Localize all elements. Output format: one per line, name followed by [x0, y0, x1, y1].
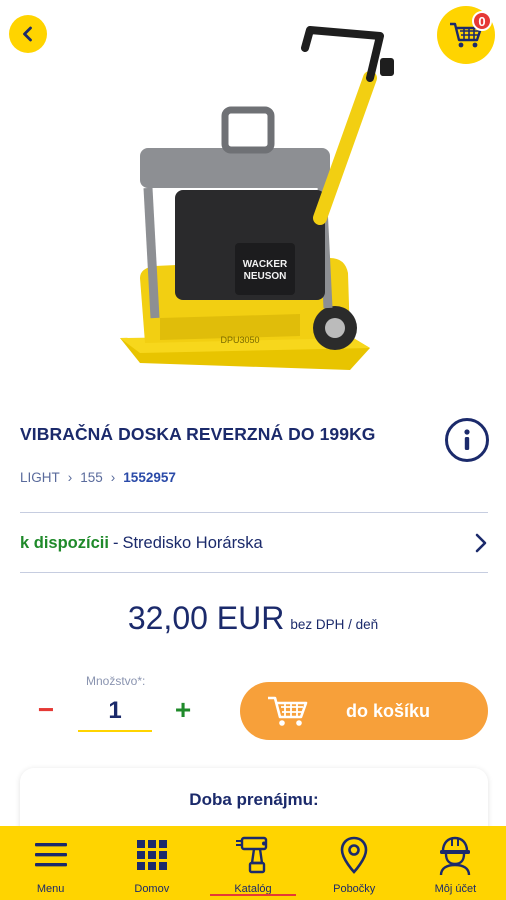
add-to-cart-button[interactable]: do košíku — [240, 682, 488, 740]
nav-item-catalog[interactable]: Katalóg — [202, 826, 303, 900]
breadcrumb-separator-icon: › — [110, 470, 116, 485]
nav-label: Môj účet — [434, 883, 477, 895]
cart-button[interactable]: 0 — [437, 6, 495, 64]
nav-item-menu[interactable]: Menu — [0, 826, 101, 900]
grid-icon — [136, 840, 167, 870]
location-pin-icon — [340, 836, 368, 874]
back-button[interactable] — [9, 15, 47, 53]
breadcrumb-item-current: 1552957 — [123, 470, 176, 485]
product-title: VIBRAČNÁ DOSKA REVERZNÁ DO 199KG — [20, 424, 376, 444]
breadcrumb: LIGHT › 155 › 1552957 — [20, 470, 176, 485]
nav-item-branches[interactable]: Pobočky — [304, 826, 405, 900]
nav-label: Pobočky — [333, 883, 376, 895]
worker-helmet-icon — [440, 836, 471, 876]
brand-logo-line2: NEUSON — [244, 271, 287, 282]
availability-row[interactable]: k dispozícii - Stredisko Horárska — [20, 514, 488, 572]
nav-item-account[interactable]: Môj účet — [405, 826, 506, 900]
divider — [20, 512, 488, 513]
info-button[interactable] — [445, 418, 489, 462]
availability-separator: - — [112, 533, 119, 552]
nav-label: Menu — [36, 883, 65, 895]
quantity-increment-button[interactable]: + — [171, 694, 195, 725]
availability-store: Stredisko Horárska — [122, 533, 263, 552]
cart-icon — [268, 696, 308, 726]
price-unit: bez DPH / deň — [290, 617, 379, 632]
rental-period-title: Doba prenájmu: — [189, 790, 319, 809]
divider — [20, 572, 488, 573]
model-label: DPU3050 — [220, 335, 259, 345]
quantity-decrement-button[interactable]: − — [34, 694, 58, 725]
hamburger-icon — [34, 843, 67, 867]
breadcrumb-item[interactable]: 155 — [80, 470, 103, 485]
brand-logo-line1: WACKER — [243, 259, 288, 270]
price-row: 32,00 EUR bez DPH / deň — [0, 600, 506, 637]
breadcrumb-separator-icon: › — [67, 470, 73, 485]
bottom-navigation: Menu Domov Katalóg Pobočky Môj účet — [0, 826, 506, 900]
drill-icon — [236, 836, 268, 874]
quantity-input[interactable] — [78, 692, 152, 732]
nav-label: Katalóg — [234, 883, 272, 895]
product-image: WACKER NEUSON DPU3050 — [120, 26, 394, 370]
nav-item-home[interactable]: Domov — [101, 826, 202, 900]
chevron-right-icon — [475, 533, 487, 553]
nav-label: Domov — [134, 883, 170, 895]
breadcrumb-item[interactable]: LIGHT — [20, 470, 60, 485]
availability-status: k dispozícii — [20, 533, 109, 552]
chevron-left-icon — [23, 26, 32, 42]
price-amount: 32,00 EUR — [127, 600, 285, 636]
quantity-label: Množstvo*: — [86, 674, 146, 688]
cart-count-badge: 0 — [472, 11, 492, 31]
add-to-cart-label: do košíku — [346, 700, 431, 721]
info-icon — [464, 429, 470, 450]
